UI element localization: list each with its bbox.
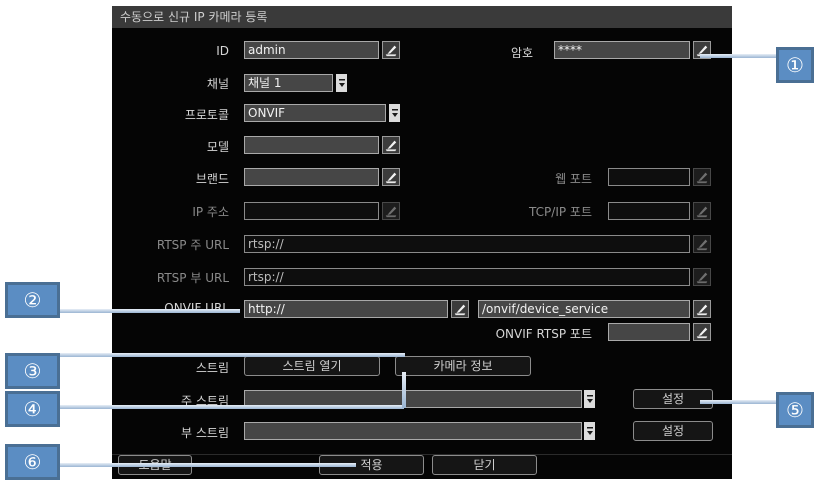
- ip-address-field[interactable]: [244, 202, 379, 220]
- rtsp-main-url-label: RTSP 주 URL: [156, 238, 229, 252]
- brand-label: 브랜드: [195, 172, 229, 186]
- rtsp-main-url-field[interactable]: rtsp://: [244, 235, 690, 253]
- onvif-url-field[interactable]: http://: [244, 300, 448, 318]
- protocol-dropdown-chevron-down-icon[interactable]: [389, 104, 400, 122]
- main-stream-dropdown-chevron-down-icon[interactable]: [584, 390, 595, 408]
- model-label: 모델: [206, 140, 229, 154]
- rtsp-sub-url-field[interactable]: rtsp://: [244, 268, 690, 286]
- camera-info-button[interactable]: 카메라 정보: [395, 356, 531, 376]
- model-field[interactable]: [244, 136, 379, 154]
- id-label: ID: [216, 44, 229, 58]
- callout-5: ⑤: [776, 392, 814, 428]
- callout-1: ①: [776, 47, 814, 83]
- model-edit-icon[interactable]: [382, 136, 400, 154]
- channel-select[interactable]: 채널 1: [244, 74, 333, 92]
- channel-dropdown-chevron-down-icon[interactable]: [336, 74, 347, 92]
- brand-edit-icon[interactable]: [382, 168, 400, 186]
- password-label: 암호: [511, 46, 534, 60]
- web-port-field[interactable]: [608, 168, 690, 186]
- tcp-port-field[interactable]: [608, 202, 690, 220]
- callout-1-leader-line: [700, 54, 776, 58]
- onvif-rtsp-port-field[interactable]: [608, 323, 690, 341]
- sub-stream-setup-button[interactable]: 설정: [633, 421, 713, 441]
- close-button[interactable]: 닫기: [432, 455, 537, 475]
- tcp-port-edit-icon[interactable]: [693, 202, 711, 220]
- onvif-path-field[interactable]: /onvif/device_service: [478, 300, 690, 318]
- ip-address-edit-icon[interactable]: [382, 202, 400, 220]
- callout-4: ④: [5, 391, 60, 427]
- web-port-label: 웹 포트: [555, 172, 592, 186]
- callout-6-leader-line: [60, 463, 356, 467]
- callout-5-leader-line: [700, 400, 776, 404]
- password-field[interactable]: ****: [554, 41, 690, 59]
- dialog-title: 수동으로 신규 IP 카메라 등록: [112, 6, 732, 28]
- tcp-port-label: TCP/IP 포트: [529, 205, 592, 219]
- callout-4-leader-line-vertical: [402, 372, 406, 408]
- id-field[interactable]: admin: [244, 41, 379, 59]
- callout-2: ②: [5, 282, 60, 318]
- rtsp-sub-url-edit-icon[interactable]: [693, 268, 711, 286]
- protocol-select[interactable]: ONVIF: [244, 104, 386, 122]
- callout-6: ⑥: [5, 444, 60, 480]
- onvif-path-edit-icon[interactable]: [693, 300, 711, 318]
- sub-stream-select[interactable]: [244, 422, 582, 440]
- brand-field[interactable]: [244, 168, 379, 186]
- main-stream-setup-button[interactable]: 설정: [633, 389, 713, 409]
- callout-2-leader-line: [60, 309, 240, 313]
- open-stream-button[interactable]: 스트림 열기: [244, 356, 380, 376]
- ip-address-label: IP 주소: [192, 205, 229, 219]
- onvif-url-edit-icon[interactable]: [451, 300, 469, 318]
- sub-stream-label: 부 스트림: [181, 426, 229, 440]
- onvif-rtsp-port-edit-icon[interactable]: [693, 323, 711, 341]
- channel-label: 채널: [206, 77, 229, 91]
- sub-stream-dropdown-chevron-down-icon[interactable]: [584, 422, 595, 440]
- rtsp-main-url-edit-icon[interactable]: [693, 235, 711, 253]
- callout-4-leader-line: [60, 405, 404, 409]
- web-port-edit-icon[interactable]: [693, 168, 711, 186]
- id-edit-icon[interactable]: [382, 41, 400, 59]
- protocol-label: 프로토콜: [184, 108, 229, 122]
- stream-label: 스트림: [195, 361, 229, 375]
- callout-3-leader-line: [60, 353, 405, 357]
- rtsp-sub-url-label: RTSP 부 URL: [156, 271, 229, 285]
- onvif-rtsp-port-label: ONVIF RTSP 포트: [495, 327, 592, 341]
- callout-3: ③: [5, 353, 60, 389]
